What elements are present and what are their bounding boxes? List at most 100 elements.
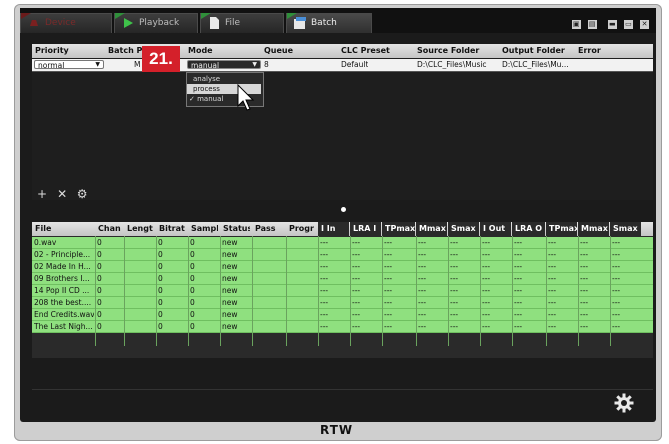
file-col-header[interactable]: Pass <box>255 224 284 233</box>
file-col-header[interactable]: LRA O <box>512 222 545 236</box>
splitter-handle[interactable] <box>341 207 346 212</box>
file-table-row[interactable]: 14 Pop II CD ... 0 0 0 new --- --- --- --- --- ---… <box>32 285 653 297</box>
col-queue[interactable]: Queue <box>264 46 293 55</box>
cell-sample: 0 <box>190 238 195 247</box>
maximize-button[interactable]: ▭ <box>623 20 633 29</box>
col-mode[interactable]: Mode <box>188 46 213 55</box>
window-buttons: ▣ ▤ ▬ ▭ ✕ <box>570 11 649 30</box>
column-divider <box>220 236 221 346</box>
file-col-header[interactable]: Lengt <box>127 224 154 233</box>
cell-placeholder: --- <box>320 322 329 331</box>
cell-placeholder: --- <box>352 238 361 247</box>
file-col-header[interactable]: LRA I <box>350 222 381 236</box>
column-divider <box>448 236 449 346</box>
tab-batch[interactable]: Batch <box>286 13 372 33</box>
column-divider <box>416 236 417 346</box>
file-col-header[interactable]: Sampl <box>191 224 218 233</box>
layout-alt-icon[interactable]: ▤ <box>587 20 597 29</box>
cell-placeholder: --- <box>580 262 589 271</box>
priority-select[interactable]: normal ▼ <box>34 60 104 70</box>
source-folder-value: D:\CLC_Files\Music <box>417 60 487 69</box>
cell-placeholder: --- <box>418 298 427 307</box>
cell-bitrate: 0 <box>158 250 163 259</box>
file-table-row[interactable]: 208 the best.... 0 0 0 new --- --- --- --- --- ---… <box>32 297 653 309</box>
col-source-folder[interactable]: Source Folder <box>417 46 479 55</box>
layout-icon[interactable]: ▣ <box>571 20 581 29</box>
file-table-row[interactable]: 0.wav 0 0 0 new --- --- --- --- --- --- --- --- --- --… <box>32 237 653 249</box>
column-divider <box>578 236 579 346</box>
cell-bitrate: 0 <box>158 286 163 295</box>
cell-placeholder: --- <box>418 322 427 331</box>
tab-file[interactable]: File <box>200 13 284 33</box>
file-col-header[interactable]: I Out <box>480 222 511 236</box>
file-table-row[interactable]: The Last Nigh... 0 0 0 new --- --- --- --- --- ---… <box>32 321 653 333</box>
cell-placeholder: --- <box>352 298 361 307</box>
file-col-header[interactable]: Smax <box>610 222 641 236</box>
file-col-header[interactable]: Smax <box>448 222 479 236</box>
cell-placeholder: --- <box>548 322 557 331</box>
cell-bitrate: 0 <box>158 298 163 307</box>
cell-bitrate: 0 <box>158 322 163 331</box>
file-col-header[interactable]: Progr <box>289 224 316 233</box>
column-divider <box>610 236 611 346</box>
file-col-header[interactable]: File <box>35 224 93 233</box>
cell-placeholder: --- <box>320 238 329 247</box>
file-col-header[interactable]: Mmax <box>578 222 609 236</box>
cell-placeholder: --- <box>514 310 523 319</box>
column-divider <box>252 236 253 346</box>
cell-chan: 0 <box>97 262 102 271</box>
file-col-header[interactable]: Bitrat <box>159 224 186 233</box>
cell-sample: 0 <box>190 250 195 259</box>
close-button[interactable]: ✕ <box>640 20 649 29</box>
cell-placeholder: --- <box>450 274 459 283</box>
cell-placeholder: --- <box>548 298 557 307</box>
column-divider <box>286 236 287 346</box>
col-clc-preset[interactable]: CLC Preset <box>341 46 390 55</box>
mode-select[interactable]: manual ▼ <box>187 60 261 70</box>
file-table-row[interactable]: 09 Brothers I... 0 0 0 new --- --- --- --- --- ---… <box>32 273 653 285</box>
mode-option-analyse[interactable]: analyse <box>187 74 261 84</box>
batch-row[interactable]: normal ▼ M manual ▼ 8 Default D:\CLC_Files… <box>32 59 653 72</box>
file-table-row[interactable]: 02 Made In H... 0 0 0 new --- --- --- --- --- --- -… <box>32 261 653 273</box>
settings-icon[interactable]: ⚙ <box>76 188 88 200</box>
file-col-header[interactable]: TPmax <box>382 222 415 236</box>
file-col-header[interactable]: TPmax <box>546 222 577 236</box>
file-col-header[interactable]: I In <box>318 222 349 236</box>
cell-placeholder: --- <box>514 238 523 247</box>
col-batch-pr[interactable]: Batch Pr <box>108 46 146 55</box>
cell-placeholder: --- <box>320 310 329 319</box>
column-divider <box>95 236 96 346</box>
col-error[interactable]: Error <box>578 46 601 55</box>
play-icon <box>124 18 133 28</box>
tab-device[interactable]: Device <box>20 13 112 33</box>
tab-playback[interactable]: Playback <box>114 13 198 33</box>
file-col-header[interactable]: Mmax <box>416 222 447 236</box>
cell-placeholder: --- <box>612 286 621 295</box>
column-divider <box>350 236 351 346</box>
cell-placeholder: --- <box>482 298 491 307</box>
cell-placeholder: --- <box>580 286 589 295</box>
col-priority[interactable]: Priority <box>35 46 69 55</box>
cell-placeholder: --- <box>612 322 621 331</box>
cell-status: new <box>222 310 238 319</box>
add-icon[interactable]: + <box>36 188 48 200</box>
gear-icon[interactable] <box>614 393 634 413</box>
cell-placeholder: --- <box>418 310 427 319</box>
minimize-button[interactable]: ▬ <box>607 20 617 29</box>
cell-status: new <box>222 262 238 271</box>
cell-placeholder: --- <box>548 238 557 247</box>
column-divider <box>480 236 481 346</box>
cell-sample: 0 <box>190 322 195 331</box>
cell-placeholder: --- <box>612 262 621 271</box>
batch-pr-value: M <box>134 60 141 69</box>
file-table-row[interactable]: End Credits.wav 0 0 0 new --- --- --- --- --- --- -… <box>32 309 653 321</box>
cell-placeholder: --- <box>580 322 589 331</box>
mouse-cursor-icon <box>237 84 255 111</box>
file-table-row[interactable]: 02 - Principle... 0 0 0 new --- --- --- --- --- --… <box>32 249 653 261</box>
cell-chan: 0 <box>97 238 102 247</box>
cell-file: 02 Made In H... <box>34 262 91 271</box>
remove-icon[interactable]: ✕ <box>56 188 68 200</box>
file-col-header[interactable]: Chan <box>98 224 122 233</box>
col-output-folder[interactable]: Output Folder <box>502 46 565 55</box>
file-col-header[interactable]: Status <box>223 224 250 233</box>
